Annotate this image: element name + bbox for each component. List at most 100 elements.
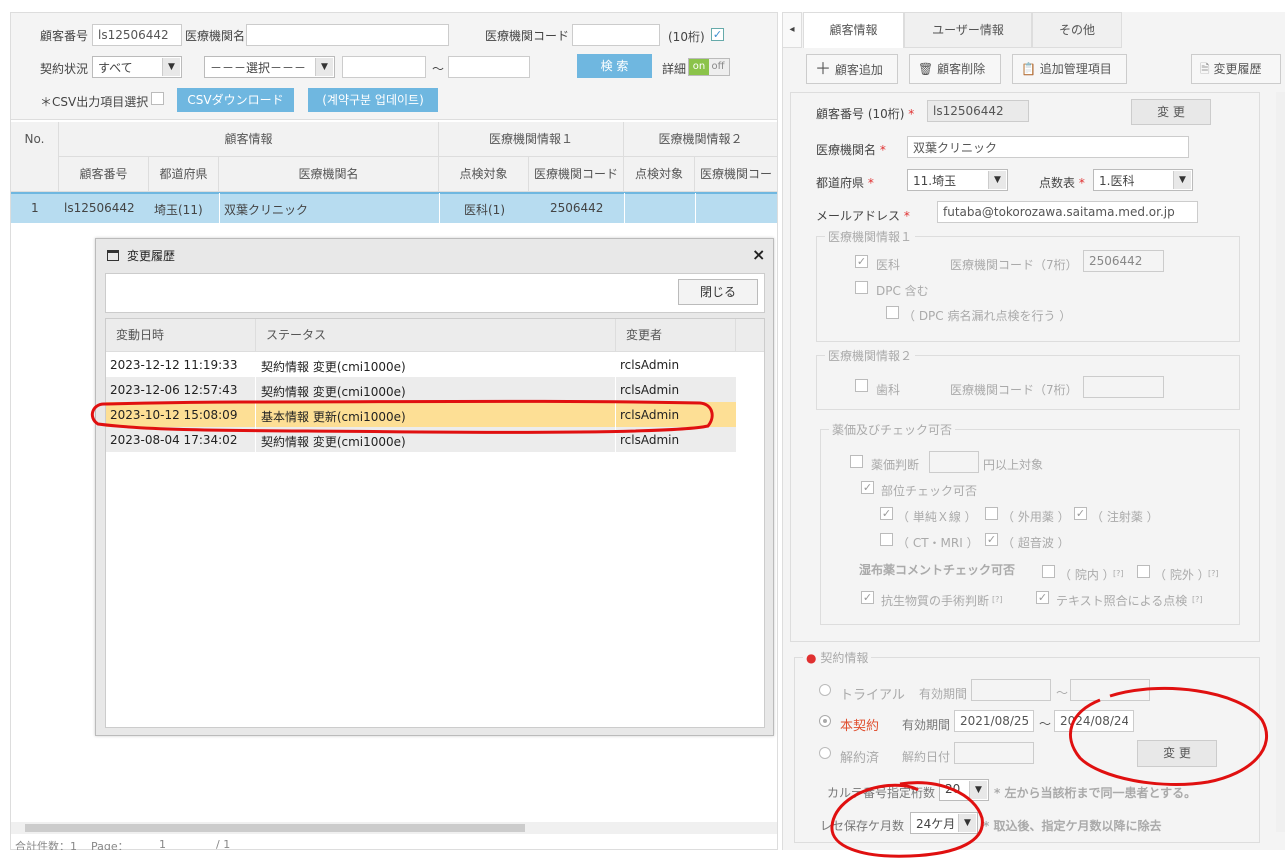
antibiotic-checkbox[interactable]: ✓ xyxy=(861,591,874,604)
form-prefecture-label: 都道府県 * xyxy=(816,174,874,191)
help-icon[interactable]: [?] xyxy=(1192,595,1203,604)
toggle-off: off xyxy=(711,61,725,72)
ctmri-checkbox[interactable] xyxy=(880,533,893,546)
site-check-checkbox[interactable]: ✓ xyxy=(861,481,874,494)
add-customer-button[interactable]: ＋ 顧客追加 xyxy=(806,54,898,84)
facility-code-input[interactable] xyxy=(572,24,660,46)
xray-checkbox[interactable]: ✓ xyxy=(880,507,893,520)
digits-checkbox[interactable]: ✓ xyxy=(711,28,724,41)
text-check-checkbox[interactable]: ✓ xyxy=(1036,591,1049,604)
help-icon[interactable]: [?] xyxy=(1208,569,1219,578)
full-contract-radio[interactable] xyxy=(819,715,831,727)
required-mark: * xyxy=(879,143,886,157)
trial-range-sep: ～ xyxy=(1056,686,1069,700)
prefecture-select[interactable]: 11.埼玉 ▼ xyxy=(907,169,1008,191)
csv-items-checkbox[interactable] xyxy=(151,92,164,105)
facility-name-input[interactable] xyxy=(246,24,449,46)
help-icon[interactable]: [?] xyxy=(992,595,1003,604)
tab-customer-info[interactable]: 顧客情報 xyxy=(803,12,904,48)
tab-customer-info-label: 顧客情報 xyxy=(829,23,878,37)
ultrasound-checkbox[interactable]: ✓ xyxy=(985,533,998,546)
chevron-down-icon: ▼ xyxy=(988,171,1006,189)
history-changer: rclsAdmin xyxy=(620,433,680,447)
cancel-date-input[interactable] xyxy=(954,742,1034,764)
csv-download-button[interactable]: CSVダウンロード xyxy=(177,88,294,112)
drug-price-checkbox[interactable] xyxy=(850,455,863,468)
delete-customer-button[interactable]: 🗑 顧客削除 xyxy=(909,54,1001,84)
site-check-label: 部位チェック可否 xyxy=(881,484,978,498)
page-value[interactable]: 1 xyxy=(159,838,166,850)
fac2-code-input[interactable] xyxy=(1083,376,1164,398)
scrollbar-thumb[interactable] xyxy=(25,824,525,832)
close-icon[interactable]: × xyxy=(752,245,765,264)
tab-other[interactable]: その他 xyxy=(1032,12,1122,48)
dpc-sub-label: （ DPC 病名漏れ点検を行う ） xyxy=(903,309,1072,323)
delete-customer-label: 顧客削除 xyxy=(937,62,986,76)
score-table-select[interactable]: 1.医科 ▼ xyxy=(1093,169,1193,191)
drug-price-input[interactable] xyxy=(929,451,979,473)
inhospital-checkbox[interactable] xyxy=(1042,565,1055,578)
trial-start-input[interactable] xyxy=(971,679,1051,701)
text-check-label: テキスト照合による点検 xyxy=(1056,594,1188,608)
horizontal-scrollbar[interactable] xyxy=(11,822,777,834)
fac1-code-label: 医療機関コード（7桁） xyxy=(950,258,1078,272)
medical-checkbox[interactable]: ✓ xyxy=(855,255,868,268)
col-no-header: No. xyxy=(11,122,59,192)
fac2-legend: 医療機関情報２ xyxy=(825,347,916,364)
customer-no-input[interactable] xyxy=(92,24,182,46)
col-filler-header xyxy=(736,319,764,352)
search-button[interactable]: 検 索 xyxy=(577,54,652,78)
detail-toggle[interactable]: on off xyxy=(688,58,730,76)
ctmri-label: （ CT・MRI ） xyxy=(897,536,979,550)
trial-end-input[interactable] xyxy=(1070,679,1150,701)
full-contract-label: 本契約 xyxy=(840,719,880,734)
cancelled-radio[interactable] xyxy=(819,747,831,759)
contract-end-input[interactable] xyxy=(1054,710,1134,732)
dpc-sub-checkbox[interactable] xyxy=(886,306,899,319)
drug-price-label: 薬価判断 xyxy=(871,458,920,472)
chevron-down-icon: ▼ xyxy=(958,814,976,832)
dialog-close-button[interactable]: 閉じる xyxy=(678,279,758,305)
history-status: 基本情報 更新(cmi1000e) xyxy=(261,410,406,424)
dpc-checkbox[interactable] xyxy=(855,281,868,294)
outhospital-checkbox[interactable] xyxy=(1137,565,1150,578)
date-from-input[interactable] xyxy=(342,56,426,78)
help-icon[interactable]: [?] xyxy=(1113,569,1124,578)
injection-checkbox[interactable]: ✓ xyxy=(1074,507,1087,520)
plus-icon: ＋ xyxy=(815,59,832,78)
contract-change-button[interactable]: 変 更 xyxy=(1137,740,1217,767)
tab-user-info[interactable]: ユーザー情報 xyxy=(904,12,1032,48)
customer-no-change-button[interactable]: 変 更 xyxy=(1131,99,1211,125)
contract-start-input[interactable] xyxy=(954,710,1034,732)
group-fac1-label: 医療機関情報１ xyxy=(488,132,573,146)
contract-update-button[interactable]: (계약구분 업데이트) xyxy=(308,88,438,112)
digits-label: (10桁) xyxy=(668,30,705,44)
contract-type-select[interactable]: －－－選択－－－ ▼ xyxy=(204,56,335,78)
col-no-label: No. xyxy=(24,132,45,146)
collapse-button[interactable]: ◂ xyxy=(782,12,802,48)
karte-digits-select[interactable]: 20 ▼ xyxy=(939,779,989,801)
row-facility-name: 双葉クリニック xyxy=(224,203,309,217)
dialog-titlebar xyxy=(96,239,773,271)
rezept-select[interactable]: 24ケ月 ▼ xyxy=(910,812,978,834)
date-to-input[interactable] xyxy=(448,56,530,78)
valid-period-label: 有効期間 xyxy=(902,718,951,732)
contract-status-select[interactable]: すべて ▼ xyxy=(92,56,182,78)
external-checkbox[interactable] xyxy=(985,507,998,520)
row-divider xyxy=(219,193,220,223)
rezept-value: 24ケ月 xyxy=(916,817,956,831)
add-mgmt-item-button[interactable]: 📋 追加管理項目 xyxy=(1012,54,1127,84)
vertical-scrollbar[interactable] xyxy=(1276,92,1285,832)
form-score-table-label: 点数表 * xyxy=(1039,174,1085,191)
dental-checkbox[interactable] xyxy=(855,379,868,392)
outhospital-label: （ 院外 ） xyxy=(1154,568,1210,582)
change-history-button[interactable]: 🗎 変更履歴 xyxy=(1191,54,1281,84)
toggle-on: on xyxy=(689,59,709,75)
col-divider xyxy=(255,352,256,452)
radio-dot xyxy=(823,719,827,723)
trial-radio[interactable] xyxy=(819,684,831,696)
form-customer-no-input[interactable] xyxy=(927,100,1029,122)
fac1-code-input[interactable] xyxy=(1083,250,1164,272)
form-facility-name-input[interactable] xyxy=(907,136,1189,158)
form-email-input[interactable] xyxy=(937,201,1198,223)
